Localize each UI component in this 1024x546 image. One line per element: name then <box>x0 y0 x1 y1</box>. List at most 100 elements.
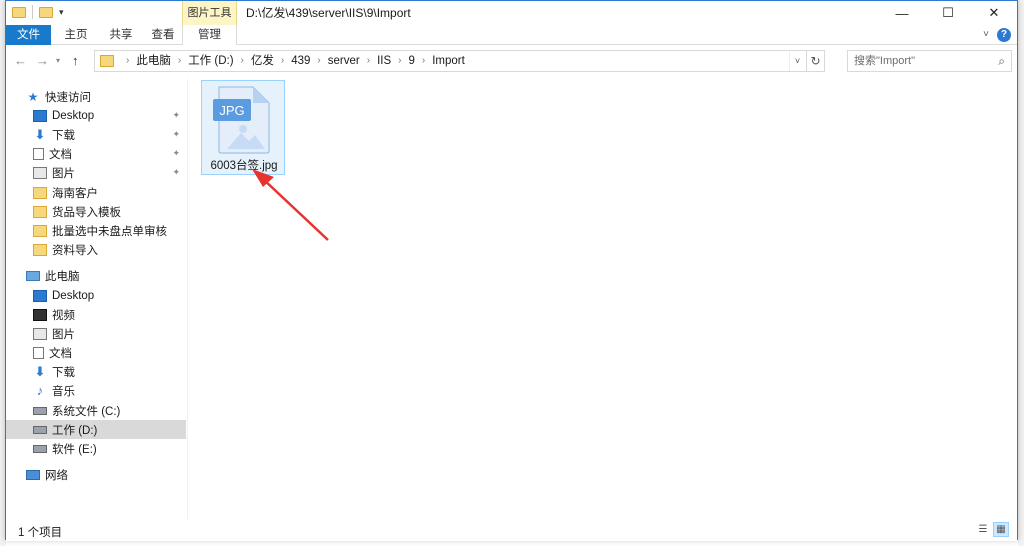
nav-label: 下载 <box>52 129 75 142</box>
search-box[interactable]: ⌕ <box>847 50 1012 72</box>
nav-label: 工作 (D:) <box>52 424 98 437</box>
breadcrumb-drive-d[interactable]: 工作 (D:) <box>188 51 233 71</box>
tab-home[interactable]: 主页 <box>56 25 96 45</box>
minimize-button[interactable]: — <box>879 1 925 25</box>
nav-item-pc-desktop[interactable]: Desktop <box>6 286 186 305</box>
folder-icon <box>33 186 47 199</box>
music-icon: ♪ <box>36 382 44 398</box>
window-title: D:\亿发\439\server\IIS\9\Import <box>246 6 411 20</box>
nav-this-pc[interactable]: 此电脑 <box>6 266 186 285</box>
recent-locations-chevron-icon[interactable]: ▾ <box>56 56 60 65</box>
breadcrumb-439[interactable]: 439 <box>291 51 310 71</box>
nav-item-documents[interactable]: 文档 ✦ <box>6 144 186 163</box>
help-icon[interactable]: ? <box>997 28 1011 42</box>
folder-icon <box>100 55 114 67</box>
title-bar: ▾ 图片工具 D:\亿发\439\server\IIS\9\Import — ☐… <box>6 1 1017 25</box>
picture-tools-group-label: 图片工具 <box>182 1 237 25</box>
nav-item-pc-downloads[interactable]: ⬇ 下载 <box>6 362 186 381</box>
details-view-icon[interactable]: ☰ <box>975 522 991 537</box>
breadcrumb-chevron-icon[interactable]: › <box>281 51 284 71</box>
desktop-icon <box>33 109 47 122</box>
up-arrow-icon[interactable]: ↑ <box>72 53 79 68</box>
nav-item-pc-pictures[interactable]: 图片 <box>6 324 186 343</box>
breadcrumb-chevron-icon[interactable]: › <box>398 51 401 71</box>
drive-icon <box>33 406 47 415</box>
nav-item-import-template[interactable]: 货品导入模板 <box>6 202 186 221</box>
tab-view[interactable]: 查看 <box>143 25 183 45</box>
nav-label: 此电脑 <box>45 270 80 283</box>
breadcrumb-chevron-icon[interactable]: › <box>178 51 181 71</box>
nav-label: 海南客户 <box>52 187 98 200</box>
breadcrumb-import[interactable]: Import <box>432 51 465 71</box>
nav-item-pc-documents[interactable]: 文档 <box>6 343 186 362</box>
back-arrow-icon[interactable]: ← <box>14 53 27 68</box>
breadcrumb-chevron-icon[interactable]: › <box>317 51 320 71</box>
tab-share[interactable]: 共享 <box>101 25 141 45</box>
search-icon[interactable]: ⌕ <box>998 54 1005 69</box>
nav-item-videos[interactable]: 视频 <box>6 305 186 324</box>
nav-item-hainan-customers[interactable]: 海南客户 <box>6 183 186 202</box>
breadcrumb-server[interactable]: server <box>328 51 360 71</box>
search-input[interactable] <box>854 54 989 68</box>
jpg-file-icon: JPG <box>213 86 270 154</box>
large-icons-view-icon[interactable]: ▦ <box>993 522 1009 537</box>
nav-label: 下载 <box>52 366 75 379</box>
expand-ribbon-icon[interactable]: ˅ <box>983 29 989 40</box>
breadcrumb-chevron-icon[interactable]: › <box>422 51 425 71</box>
address-history-dropdown-icon[interactable]: ˅ <box>789 51 805 71</box>
drive-icon <box>33 425 47 434</box>
maximize-button[interactable]: ☐ <box>925 1 971 25</box>
breadcrumb: › 此电脑 › 工作 (D:) › 亿发 › 439 › server › II… <box>119 51 465 71</box>
nav-quick-access[interactable]: ★ 快速访问 <box>6 87 186 106</box>
file-item[interactable]: JPG 6003台签.jpg <box>201 80 285 175</box>
breadcrumb-this-pc[interactable]: 此电脑 <box>136 51 171 71</box>
forward-arrow-icon[interactable]: → <box>36 53 49 68</box>
breadcrumb-9[interactable]: 9 <box>408 51 414 71</box>
file-list-pane[interactable]: JPG 6003台签.jpg <box>189 79 1017 519</box>
nav-item-drive-e[interactable]: 软件 (E:) <box>6 439 186 458</box>
nav-item-desktop[interactable]: Desktop ✦ <box>6 106 186 125</box>
nav-label: 系统文件 (C:) <box>52 405 121 418</box>
tab-file[interactable]: 文件 <box>6 25 51 45</box>
breadcrumb-chevron-icon[interactable]: › <box>241 51 244 71</box>
navigation-pane[interactable]: ★ 快速访问 Desktop ✦ ⬇ 下载 ✦ 文档 ✦ 图片 ✦ 海南客户 货… <box>6 79 188 519</box>
folder-icon <box>33 205 47 218</box>
toolbar-separator <box>32 5 33 19</box>
nav-item-drive-d[interactable]: 工作 (D:) <box>6 420 186 439</box>
nav-label: 音乐 <box>52 385 75 398</box>
nav-label: 图片 <box>52 328 75 341</box>
refresh-icon[interactable]: ↻ <box>806 51 824 71</box>
window-controls: — ☐ ✕ <box>879 1 1017 25</box>
nav-label: 资料导入 <box>52 244 98 257</box>
nav-label: Desktop <box>52 289 95 302</box>
folder-icon <box>33 243 47 256</box>
nav-item-music[interactable]: ♪ 音乐 <box>6 381 186 400</box>
breadcrumb-chevron-icon[interactable]: › <box>367 51 370 71</box>
nav-item-downloads[interactable]: ⬇ 下载 ✦ <box>6 125 186 144</box>
breadcrumb-yifa[interactable]: 亿发 <box>251 51 274 71</box>
nav-item-drive-c[interactable]: 系统文件 (C:) <box>6 401 186 420</box>
breadcrumb-iis[interactable]: IIS <box>377 51 391 71</box>
nav-item-pictures[interactable]: 图片 ✦ <box>6 163 186 182</box>
explorer-folder-icon[interactable] <box>12 6 26 18</box>
desktop-icon <box>33 289 47 302</box>
file-name[interactable]: 6003台签.jpg <box>202 157 286 173</box>
computer-icon <box>26 270 40 281</box>
close-button[interactable]: ✕ <box>971 1 1017 25</box>
breadcrumb-chevron-icon[interactable]: › <box>126 51 129 71</box>
quick-access-toolbar: ▾ <box>12 5 64 19</box>
tab-manage[interactable]: 管理 <box>182 25 237 45</box>
nav-label: 软件 (E:) <box>52 443 97 456</box>
status-bar: 1 个项目 ☰ ▦ <box>6 519 1017 541</box>
nav-item-batch-review[interactable]: 批量选中未盘点单审核 <box>6 221 186 240</box>
nav-network[interactable]: 网络 <box>6 465 186 484</box>
pin-icon: ✦ <box>172 167 180 177</box>
video-icon <box>33 308 47 321</box>
customize-toolbar-dropdown-icon[interactable]: ▾ <box>59 7 64 18</box>
address-row: ← → ▾ ↑ › 此电脑 › 工作 (D:) › 亿发 › 439 › ser… <box>6 46 1017 76</box>
file-type-badge: JPG <box>219 103 244 118</box>
new-folder-icon[interactable] <box>39 6 53 18</box>
nav-item-data-import[interactable]: 资料导入 <box>6 240 186 259</box>
address-bar[interactable]: › 此电脑 › 工作 (D:) › 亿发 › 439 › server › II… <box>94 50 825 72</box>
folder-icon <box>33 224 47 237</box>
